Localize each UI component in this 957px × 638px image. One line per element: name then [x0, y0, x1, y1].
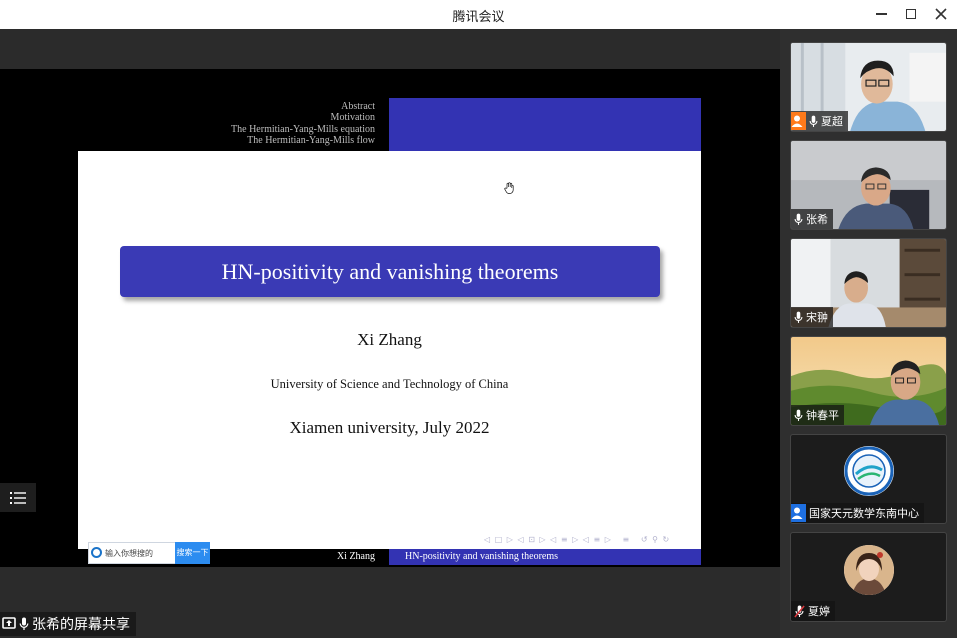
- slide-title: HN-positivity and vanishing theorems: [221, 258, 559, 284]
- footer-title: HN-positivity and vanishing theorems: [389, 549, 701, 565]
- participant-name: 夏婷: [808, 605, 830, 618]
- search-widget: 输入你想搜的 搜索一下: [88, 542, 210, 564]
- slide-header: Abstract Motivation The Hermitian-Yang-M…: [78, 98, 701, 151]
- microphone-icon: [809, 115, 818, 127]
- participant-tile[interactable]: 夏超: [790, 42, 947, 132]
- participant-name: 夏超: [821, 115, 843, 128]
- search-button[interactable]: 搜索一下: [175, 542, 210, 564]
- slide-venue: Xiamen university, July 2022: [289, 418, 490, 437]
- microphone-icon: [794, 311, 803, 323]
- participant-avatar: [844, 545, 894, 595]
- slide-nav-item: Motivation: [330, 112, 375, 124]
- participant-name-tag: 钟春平: [791, 405, 844, 425]
- participant-name-tag: 国家天元数学东南中心: [791, 503, 924, 523]
- slide-header-left: Abstract Motivation The Hermitian-Yang-M…: [78, 98, 389, 151]
- browser-icon: [91, 547, 102, 558]
- search-input[interactable]: 输入你想搜的: [105, 548, 153, 559]
- hand-cursor-icon: [504, 182, 514, 194]
- screen-share-status: 张希的屏幕共享: [0, 612, 136, 636]
- user-icon: [791, 504, 806, 522]
- slide-affiliation: University of Science and Technology of …: [270, 377, 509, 391]
- participant-name: 钟春平: [806, 409, 839, 422]
- participant-tile[interactable]: 张希: [790, 140, 947, 230]
- window-title: 腾讯会议: [452, 10, 505, 25]
- title-bar: 腾讯会议: [0, 0, 957, 29]
- participant-name-tag: 张希: [791, 209, 833, 229]
- screen-share-icon: [2, 617, 16, 629]
- slide-nav-item: The Hermitian-Yang-Mills equation: [231, 123, 375, 135]
- participant-name-tag: 宋翀: [791, 307, 833, 327]
- participant-tile[interactable]: 钟春平: [790, 336, 947, 426]
- slide-nav-item: The Hermitian-Yang-Mills flow: [247, 135, 375, 147]
- slide-author: Xi Zhang: [357, 330, 422, 349]
- beamer-navigation-symbols[interactable]: ◁ □ ▷ ◁ ⊡ ▷ ◁ ≡ ▷ ◁ ≡ ▷ ≡ ↺ ⚲ ↻: [484, 535, 670, 544]
- meeting-window: 腾讯会议 Abstract Motivation The Hermitian-Y…: [0, 0, 957, 638]
- slide-nav-list: Abstract Motivation The Hermitian-Yang-M…: [231, 101, 375, 147]
- participant-name-tag: 夏超: [791, 111, 848, 131]
- close-button[interactable]: [930, 4, 952, 24]
- participant-tile[interactable]: 夏婷: [790, 532, 947, 622]
- participant-tile[interactable]: 宋翀: [790, 238, 947, 328]
- host-user-icon: [791, 112, 806, 130]
- microphone-icon: [19, 617, 29, 630]
- microphone-muted-icon: [794, 605, 805, 617]
- participant-name: 宋翀: [806, 311, 828, 324]
- list-toggle-button[interactable]: [0, 483, 36, 512]
- slide-title-box: HN-positivity and vanishing theorems: [120, 246, 660, 297]
- organization-logo: [844, 446, 894, 496]
- close-icon: [935, 8, 947, 20]
- participant-name: 国家天元数学东南中心: [809, 507, 919, 520]
- maximize-button[interactable]: [900, 4, 922, 24]
- maximize-icon: [906, 9, 916, 19]
- minimize-button[interactable]: [870, 4, 892, 24]
- slide-header-right: [389, 98, 701, 151]
- screen-share-label: 张希的屏幕共享: [32, 617, 130, 633]
- participant-name-tag: 夏婷: [791, 601, 835, 621]
- minimize-icon: [875, 13, 887, 15]
- slide-nav-item: Abstract: [341, 101, 375, 112]
- participant-name: 张希: [806, 213, 828, 226]
- presentation-slide: Abstract Motivation The Hermitian-Yang-M…: [78, 98, 701, 565]
- microphone-icon: [794, 213, 803, 225]
- participant-tile[interactable]: 国家天元数学东南中心: [790, 434, 947, 524]
- microphone-icon: [794, 409, 803, 421]
- list-icon: [10, 491, 26, 504]
